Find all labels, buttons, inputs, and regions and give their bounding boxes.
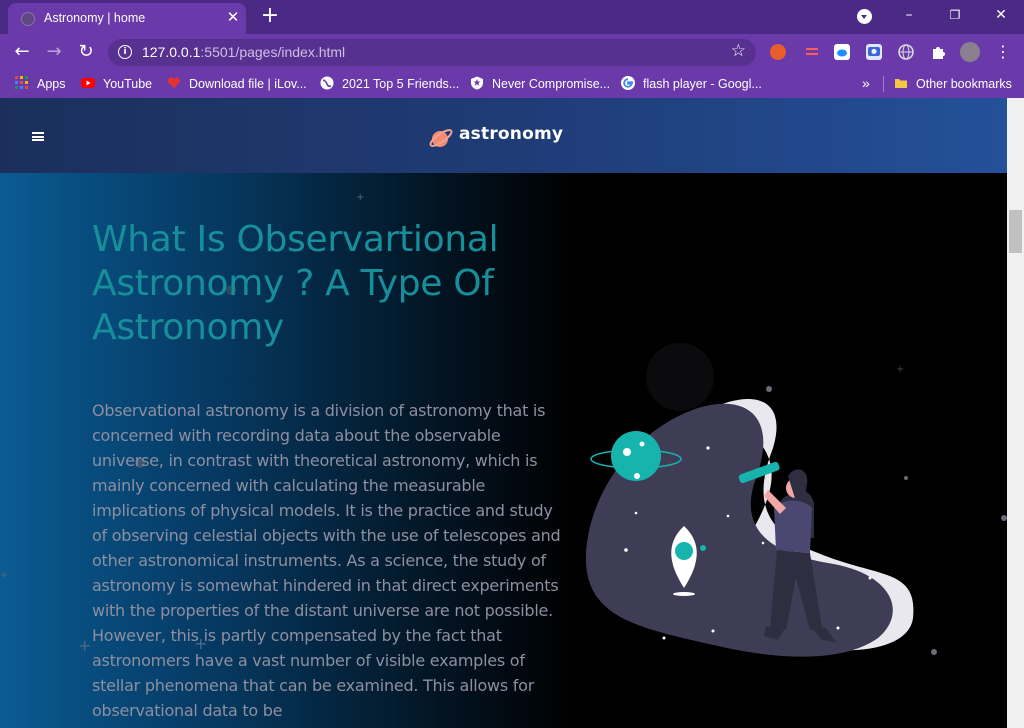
extensions-puzzle-icon[interactable]	[930, 44, 946, 60]
back-button[interactable]: ←	[9, 39, 35, 65]
bookmarks-divider	[883, 76, 884, 92]
forward-button[interactable]: →	[41, 39, 67, 65]
bookmark-star-icon[interactable]: ☆	[731, 41, 746, 61]
new-tab-button[interactable]: +	[258, 3, 282, 29]
site-logo-text[interactable]: astronomy	[459, 124, 563, 144]
section-paragraph: Observational astronomy is a division of…	[92, 401, 561, 720]
bookmarks-bar: Apps YouTube Download file | iLov... 202…	[0, 70, 1024, 98]
extension-cloud-icon[interactable]	[834, 44, 850, 60]
close-window-button[interactable]: ✕	[978, 0, 1024, 30]
bookmark-ilovepdf[interactable]: Download file | iLov...	[167, 76, 307, 92]
shield-icon	[471, 76, 483, 90]
planet-logo-icon[interactable]	[428, 125, 454, 151]
youtube-icon	[81, 78, 95, 88]
bookmark-never-compromise[interactable]: Never Compromise...	[470, 76, 610, 92]
profile-avatar[interactable]	[960, 42, 980, 62]
bookmark-other-bookmarks[interactable]: Other bookmarks	[894, 76, 1012, 92]
tab-favicon-icon	[21, 12, 35, 26]
section-heading: What Is Observartional Astronomy ? A Typ…	[92, 219, 499, 348]
bookmark-flash-player[interactable]: flash player - Googl...	[621, 76, 762, 92]
bookmark-top5-friends[interactable]: 2021 Top 5 Friends...	[320, 76, 459, 92]
globe-icon	[320, 76, 334, 90]
google-icon	[621, 76, 635, 90]
bookmarks-overflow-icon[interactable]: »	[862, 75, 870, 91]
scrollbar-thumb[interactable]	[1009, 210, 1022, 253]
star-decoration	[931, 649, 937, 655]
browser-menu-icon[interactable]: ⋮	[990, 39, 1016, 65]
hamburger-menu-icon[interactable]	[32, 132, 44, 141]
extension-infinity-icon[interactable]	[770, 44, 786, 60]
extension-globe-icon[interactable]	[898, 44, 914, 60]
site-info-icon[interactable]: i	[118, 45, 132, 59]
browser-titlebar: Astronomy | home ✕ + – ❐ ✕	[0, 0, 1024, 34]
bookmark-apps[interactable]: Apps	[15, 76, 66, 92]
page-viewport: astronomy + + + + + What Is Observartion…	[0, 98, 1007, 728]
tab-search-icon[interactable]	[857, 9, 872, 24]
sparkle-decoration: +	[0, 570, 9, 581]
tab-close-icon[interactable]: ✕	[224, 7, 242, 27]
browser-tab[interactable]: Astronomy | home ✕	[8, 3, 246, 34]
bookmark-youtube[interactable]: YouTube	[81, 76, 152, 92]
page-scrollbar[interactable]	[1007, 98, 1024, 728]
sparkle-decoration: +	[78, 636, 92, 655]
folder-icon	[895, 79, 907, 88]
reload-button[interactable]: ↻	[73, 39, 99, 65]
browser-toolbar: ← → ↻ i 127.0.0.1:5501/pages/index.html …	[0, 34, 1024, 70]
site-navbar: astronomy	[0, 98, 1007, 173]
heart-icon	[167, 77, 181, 88]
astronomer-illustration	[585, 398, 914, 657]
url-text[interactable]: 127.0.0.1:5501/pages/index.html	[142, 44, 345, 60]
maximize-button[interactable]: ❐	[932, 0, 978, 30]
apps-grid-icon	[15, 76, 28, 89]
extension-lines-icon[interactable]	[804, 44, 820, 60]
tab-title: Astronomy | home	[44, 11, 146, 25]
minimize-button[interactable]: –	[886, 0, 932, 30]
sparkle-decoration: +	[356, 192, 365, 203]
address-bar[interactable]: i 127.0.0.1:5501/pages/index.html ☆	[108, 39, 756, 66]
extension-screen-icon[interactable]	[866, 44, 882, 60]
